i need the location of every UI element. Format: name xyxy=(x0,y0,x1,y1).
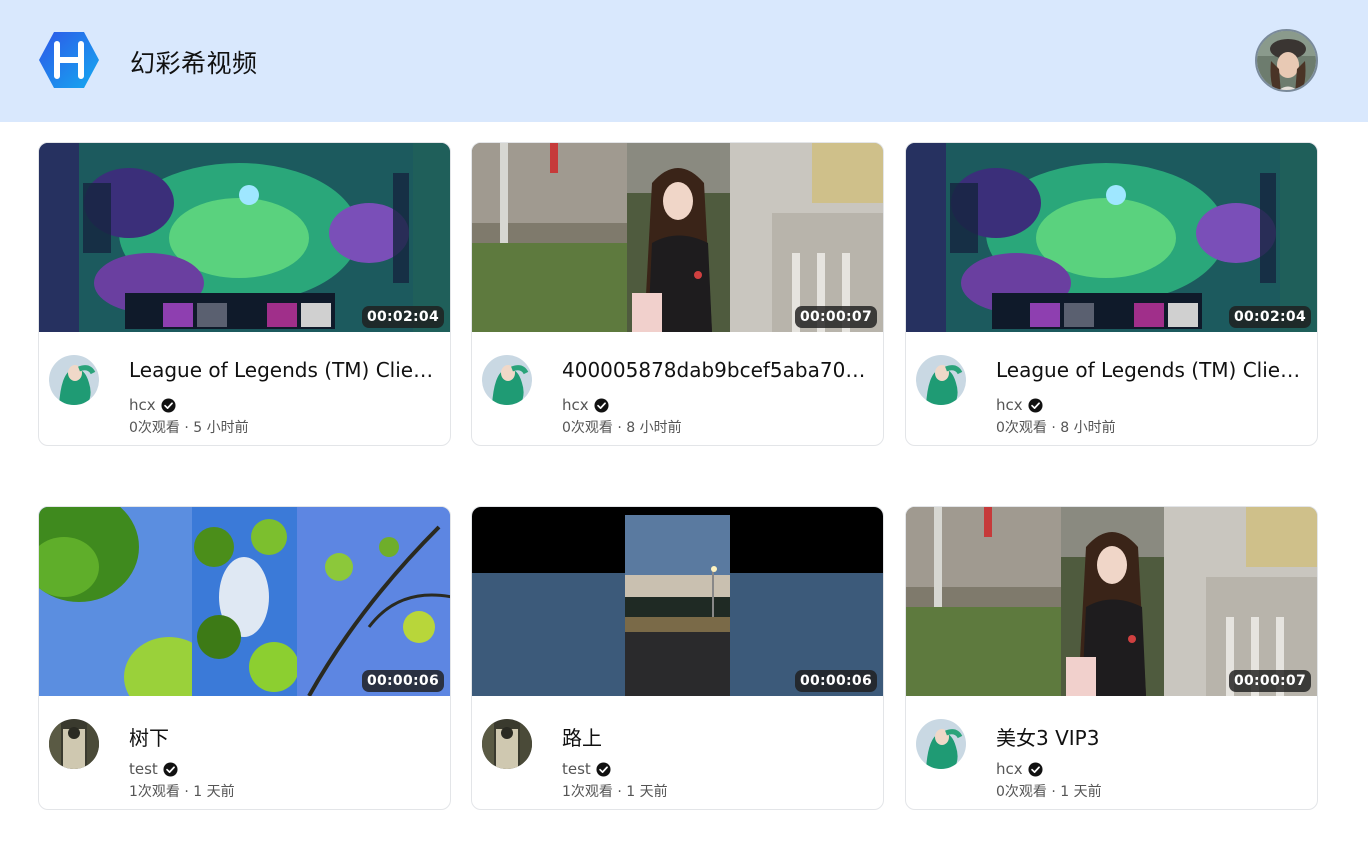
verified-check-icon xyxy=(163,761,178,777)
video-meta: 路上 test 1次观看 · 1 天前 xyxy=(472,696,883,809)
video-card[interactable]: 00:00:07 美女3 VIP3 hcx 0次观看 · 1 天前 xyxy=(905,506,1318,810)
verified-check-icon xyxy=(161,397,176,413)
channel-name[interactable]: test xyxy=(129,760,158,778)
channel-avatar[interactable] xyxy=(49,719,99,769)
video-meta: League of Legends (TM) Client... hcx 0次观看 … xyxy=(906,332,1317,445)
verified-check-icon xyxy=(596,761,611,777)
channel-avatar[interactable] xyxy=(482,719,532,769)
video-duration: 00:00:06 xyxy=(794,670,877,692)
channel-info: hcx xyxy=(129,396,176,414)
video-stats: 0次观看 · 5 小时前 xyxy=(129,420,249,436)
channel-info: hcx xyxy=(562,396,609,414)
video-thumbnail[interactable]: 00:00:07 xyxy=(472,143,883,332)
video-title[interactable]: 路上 xyxy=(562,722,877,751)
channel-name[interactable]: hcx xyxy=(562,396,589,414)
video-title[interactable]: League of Legends (TM) Client... xyxy=(996,358,1311,382)
video-thumbnail[interactable]: 00:00:07 xyxy=(906,507,1317,696)
video-duration: 00:02:04 xyxy=(1228,306,1311,328)
video-card[interactable]: 00:02:04 League of Legends (TM) Client..… xyxy=(38,142,451,446)
video-thumbnail[interactable]: 00:00:06 xyxy=(472,507,883,696)
channel-name[interactable]: test xyxy=(562,760,591,778)
verified-check-icon xyxy=(1028,761,1043,777)
video-thumbnail[interactable]: 00:00:06 xyxy=(39,507,450,696)
channel-info: hcx xyxy=(996,760,1043,778)
verified-check-icon xyxy=(1028,397,1043,413)
video-title[interactable]: League of Legends (TM) Client... xyxy=(129,358,444,382)
channel-name[interactable]: hcx xyxy=(996,396,1023,414)
channel-info: test xyxy=(129,760,178,778)
video-meta: 树下 test 1次观看 · 1 天前 xyxy=(39,696,450,809)
video-duration: 00:00:07 xyxy=(1228,670,1311,692)
video-thumbnail[interactable]: 00:02:04 xyxy=(906,143,1317,332)
video-title[interactable]: 400005878dab9bcef5aba7069... xyxy=(562,358,877,382)
video-card[interactable]: 00:02:04 League of Legends (TM) Client..… xyxy=(905,142,1318,446)
channel-info: test xyxy=(562,760,611,778)
video-duration: 00:00:07 xyxy=(794,306,877,328)
video-card[interactable]: 00:00:06 树下 test 1次观看 · 1 天前 xyxy=(38,506,451,810)
video-duration: 00:02:04 xyxy=(361,306,444,328)
video-card[interactable]: 00:00:07 400005878dab9bcef5aba7069... hcx… xyxy=(471,142,884,446)
site-title[interactable]: 幻彩希视频 xyxy=(130,44,258,80)
video-stats: 0次观看 · 8 小时前 xyxy=(562,420,682,436)
video-meta: League of Legends (TM) Client... hcx 0次观看 … xyxy=(39,332,450,445)
channel-name[interactable]: hcx xyxy=(996,760,1023,778)
video-title[interactable]: 美女3 VIP3 xyxy=(996,722,1311,751)
top-header: 幻彩希视频 xyxy=(0,0,1368,122)
video-stats: 0次观看 · 8 小时前 xyxy=(996,420,1116,436)
channel-name[interactable]: hcx xyxy=(129,396,156,414)
verified-check-icon xyxy=(594,397,609,413)
channel-avatar[interactable] xyxy=(49,355,99,405)
channel-avatar[interactable] xyxy=(482,355,532,405)
user-avatar[interactable] xyxy=(1255,29,1318,92)
channel-avatar[interactable] xyxy=(916,719,966,769)
channel-avatar[interactable] xyxy=(916,355,966,405)
video-stats: 0次观看 · 1 天前 xyxy=(996,784,1102,800)
video-stats: 1次观看 · 1 天前 xyxy=(562,784,668,800)
video-meta: 美女3 VIP3 hcx 0次观看 · 1 天前 xyxy=(906,696,1317,809)
video-card[interactable]: 00:00:06 路上 test 1次观看 · 1 天前 xyxy=(471,506,884,810)
video-stats: 1次观看 · 1 天前 xyxy=(129,784,235,800)
video-duration: 00:00:06 xyxy=(361,670,444,692)
site-logo-icon[interactable] xyxy=(38,30,100,90)
video-title[interactable]: 树下 xyxy=(129,722,444,751)
channel-info: hcx xyxy=(996,396,1043,414)
video-meta: 400005878dab9bcef5aba7069... hcx 0次观看 · 8 … xyxy=(472,332,883,445)
video-thumbnail[interactable]: 00:02:04 xyxy=(39,143,450,332)
